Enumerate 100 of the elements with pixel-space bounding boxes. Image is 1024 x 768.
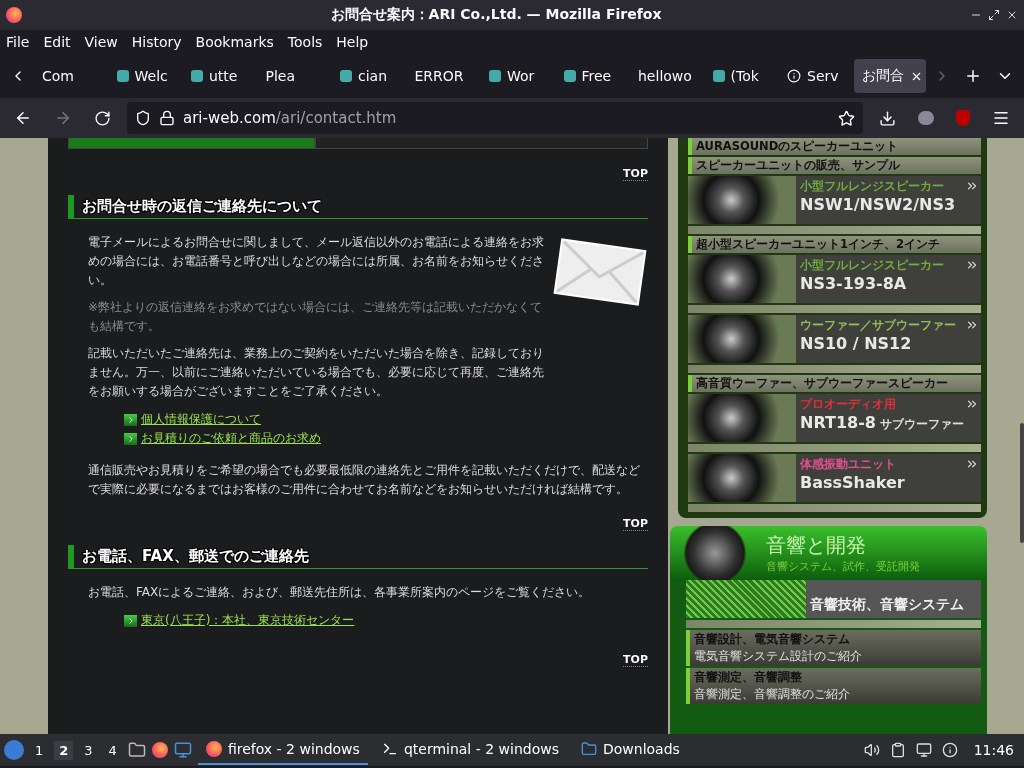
browser-tab[interactable]: utte <box>183 59 256 93</box>
browser-tab[interactable]: お問合 <box>853 59 926 93</box>
taskbar-task[interactable]: qterminal - 2 windows <box>373 735 567 765</box>
product-model: NS3-193-8A <box>800 274 907 293</box>
browser-tab[interactable]: Free <box>555 59 628 93</box>
window-title: お問合せ案内：ARI Co.,Ltd. — Mozilla Firefox <box>329 6 663 24</box>
banner-title: 音響と開発 <box>766 532 867 559</box>
menu-item[interactable]: Bookmarks <box>195 34 274 50</box>
download-icon[interactable] <box>879 109 896 127</box>
chevrons-icon <box>965 457 979 471</box>
menu-item[interactable]: View <box>84 34 118 50</box>
menu-item[interactable]: History <box>131 34 182 50</box>
section-heading: お電話、FAX、郵送でのご連絡先 <box>68 545 648 569</box>
sidebar-entry[interactable]: 音響設計、電気音響システム 電気音響システム設計のご紹介 <box>686 630 981 666</box>
browser-tab[interactable]: cian <box>332 59 405 93</box>
close-icon[interactable] <box>1006 9 1018 21</box>
notification-icon[interactable] <box>941 742 958 758</box>
product-model: NRT18-8 サブウーファー <box>800 413 965 433</box>
link[interactable]: 個人情報保護について <box>124 411 648 428</box>
product-card[interactable]: ウーファー／サブウーファー NS10 / NS12 <box>688 315 981 363</box>
sidebar-entry[interactable]: 音響測定、音響調整 音響測定、音響調整のご紹介 <box>686 668 981 704</box>
forward-icon[interactable] <box>54 109 72 127</box>
clipboard-icon[interactable] <box>889 742 906 758</box>
product-category: ウーファー／サブウーファー <box>800 317 956 334</box>
favicon-icon <box>191 70 203 82</box>
browser-tab[interactable]: ERROR <box>406 59 479 93</box>
paragraph: 電子メールによるお問合せに関しまして、メール返信以外のお電話による連絡をお求めの場合には、お電話番号と呼び出しなどの場合には所属、お名前をお知らせください。 <box>88 234 545 289</box>
firefox-icon <box>205 741 222 757</box>
favicon-icon <box>712 70 725 82</box>
sidebar-heading[interactable]: AURASOUNDのスピーカーユニット <box>688 138 981 155</box>
volume-icon[interactable] <box>863 742 880 758</box>
banner-subtitle: 音響システム、試作、受託開発 <box>766 559 920 574</box>
firefox-icon[interactable] <box>151 742 168 758</box>
scrollbar-thumb[interactable] <box>1020 423 1024 543</box>
browser-tab[interactable]: hellowo <box>630 59 703 93</box>
browser-tab[interactable]: Serv <box>779 59 852 93</box>
link[interactable]: 東京(八王子)：本社、東京技術センター <box>124 612 648 629</box>
note-text: ※弊社よりの返信連絡をお求めではない場合には、ご連絡先等は記載いただかなくても結構です。 <box>88 299 544 335</box>
maximize-icon[interactable] <box>988 9 1000 21</box>
info-icon <box>787 69 801 83</box>
favicon-icon <box>116 70 129 82</box>
section-heading: お問合せ時の返信ご連絡先について <box>68 195 648 219</box>
workspace-button[interactable]: 1 <box>30 740 49 760</box>
browser-tab[interactable]: Wor <box>481 59 554 93</box>
chevrons-icon <box>965 318 979 332</box>
product-card[interactable]: 小型フルレンジスピーカー NS3-193-8A <box>688 255 981 303</box>
product-category: 小型フルレンジスピーカー <box>800 257 944 274</box>
menu-item[interactable]: File <box>6 34 30 50</box>
link[interactable]: お見積りのご依頼と商品のお求め <box>124 430 648 447</box>
folder-icon <box>581 741 597 757</box>
menu-item[interactable]: Tools <box>287 34 323 50</box>
network-icon[interactable] <box>915 742 932 758</box>
address-field[interactable]: ari-web.com/ari/contact.htm <box>127 102 863 134</box>
terminal-icon <box>381 741 398 757</box>
top-link[interactable]: TOP <box>623 517 648 531</box>
browser-tab[interactable]: Com <box>34 59 107 93</box>
taskbar-task[interactable]: firefox - 2 windows <box>197 735 368 765</box>
top-link[interactable]: TOP <box>623 167 648 181</box>
favicon-icon <box>489 70 501 82</box>
lock-icon <box>159 110 175 126</box>
file-manager-icon[interactable] <box>127 741 146 759</box>
clock: 11:46 <box>972 742 1015 758</box>
product-model: NSW1/NSW2/NS3 <box>800 195 956 214</box>
menu-item[interactable]: Help <box>336 34 369 50</box>
paragraph: お電話、FAXによるご連絡、および、郵送先住所は、各事業所案内のページをご覧ください。 <box>88 584 592 601</box>
sidebar-heading[interactable]: スピーカーユニットの販売、サンプル <box>688 157 981 174</box>
workspace-button[interactable]: 2 <box>54 740 74 760</box>
workspace-button[interactable]: 3 <box>79 740 98 760</box>
chevrons-icon <box>965 258 979 272</box>
favicon-icon <box>563 70 576 82</box>
top-link[interactable]: TOP <box>623 653 648 667</box>
shield-icon <box>135 110 151 126</box>
paragraph: 記載いただいたご連絡先は、業務上のご契約をいただいた場合を除き、記録しておりません。万一、以前にご連絡いただいている場合でも、必要に応じて再度、ご連絡先をお願いする場合がございますことをご了承ください。 <box>88 345 545 400</box>
menu-icon[interactable] <box>992 109 1010 127</box>
product-category: 体感振動ユニット <box>800 456 896 473</box>
plus-icon[interactable] <box>964 67 982 85</box>
paragraph: 通信販売やお見積りをご希望の場合でも必要最低限の連絡先とご用件を記載いただくだけで、配送などで実際に必要になるまではお客様のご用件に合わせてお名前などをお知らせいただければ結構です。 <box>88 462 641 498</box>
product-model: NS10 / NS12 <box>800 334 912 353</box>
start-menu-icon[interactable] <box>4 740 24 760</box>
sidebar-heading[interactable]: 超小型スピーカーユニット1インチ、2インチ <box>688 236 981 253</box>
workspace-button[interactable]: 4 <box>103 740 122 760</box>
chevrons-icon <box>965 397 979 411</box>
product-model: BassShaker <box>800 473 905 492</box>
sidebar-heading[interactable]: 高音質ウーファー、サブウーファースピーカー <box>688 375 981 392</box>
browser-tab[interactable]: (Tok <box>704 59 777 93</box>
bookmark-star-icon[interactable] <box>838 109 855 127</box>
firefox-icon <box>6 7 22 23</box>
product-category: プロオーディオ用 <box>800 396 896 413</box>
product-card[interactable]: 小型フルレンジスピーカー NSW1/NSW2/NS3 <box>688 176 981 224</box>
product-category: 小型フルレンジスピーカー <box>800 178 944 195</box>
favicon-icon <box>340 70 352 82</box>
menu-item[interactable]: Edit <box>43 34 71 50</box>
product-card[interactable]: 体感振動ユニット BassShaker <box>688 454 981 502</box>
browser-tab[interactable]: Welc <box>108 59 181 93</box>
desktop-icon[interactable] <box>173 741 192 759</box>
product-card[interactable]: プロオーディオ用 NRT18-8 サブウーファー <box>688 394 981 442</box>
browser-tab[interactable]: Plea <box>257 59 330 93</box>
reload-icon[interactable] <box>94 109 111 127</box>
back-icon[interactable] <box>14 109 32 127</box>
taskbar-task[interactable]: Downloads <box>573 735 743 765</box>
